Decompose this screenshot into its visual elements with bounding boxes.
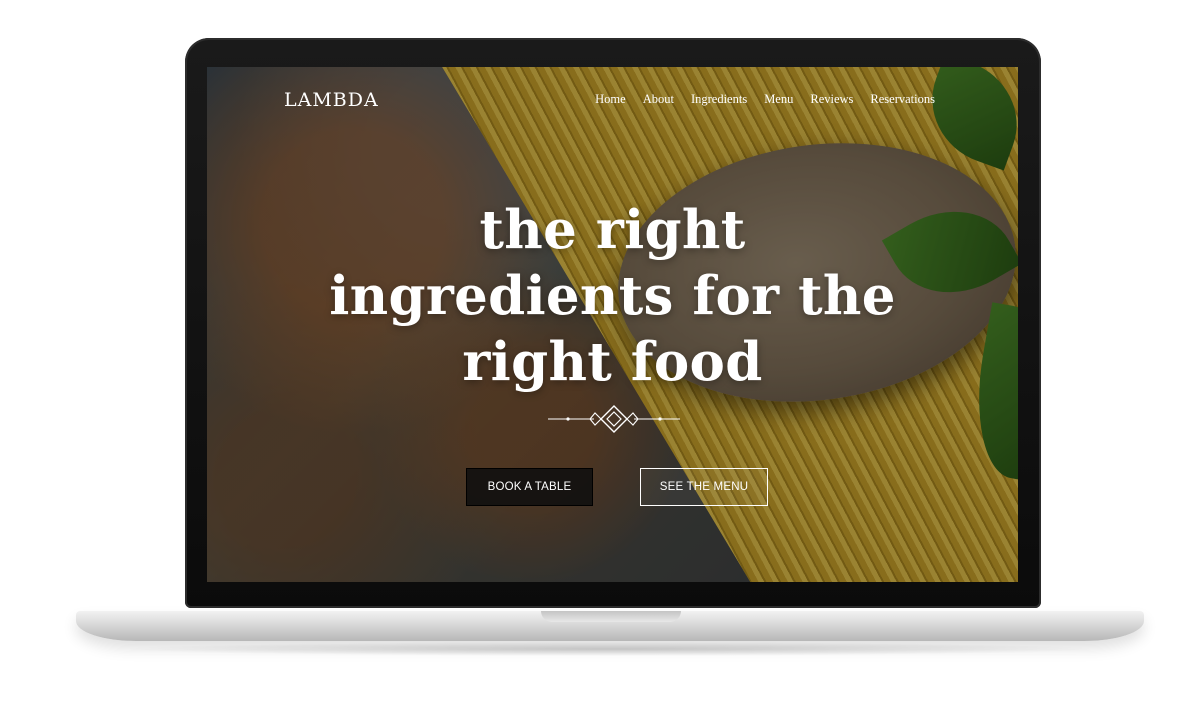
laptop-notch xyxy=(541,611,681,622)
hero-title-line: the right xyxy=(479,199,746,261)
nav-menu[interactable]: Menu xyxy=(764,92,793,107)
nav-about[interactable]: About xyxy=(643,92,674,107)
ornament-divider-icon xyxy=(548,405,680,433)
laptop-shadow xyxy=(120,642,1100,656)
nav-ingredients[interactable]: Ingredients xyxy=(691,92,747,107)
nav-reservations[interactable]: Reservations xyxy=(870,92,935,107)
hero-title: the right ingredients for the right food xyxy=(287,197,938,395)
site-logo[interactable]: LAMBDA xyxy=(284,89,379,111)
hero-title-line: ingredients for the xyxy=(329,265,896,327)
nav-reviews[interactable]: Reviews xyxy=(810,92,853,107)
laptop-screen: LAMBDA Home About Ingredients Menu Revie… xyxy=(207,67,1018,582)
hero-title-line: right food xyxy=(462,331,763,393)
see-menu-button[interactable]: SEE THE MENU xyxy=(640,468,768,506)
nav-home[interactable]: Home xyxy=(595,92,626,107)
book-table-button[interactable]: BOOK A TABLE xyxy=(466,468,593,506)
main-navigation: Home About Ingredients Menu Reviews Rese… xyxy=(595,92,935,107)
